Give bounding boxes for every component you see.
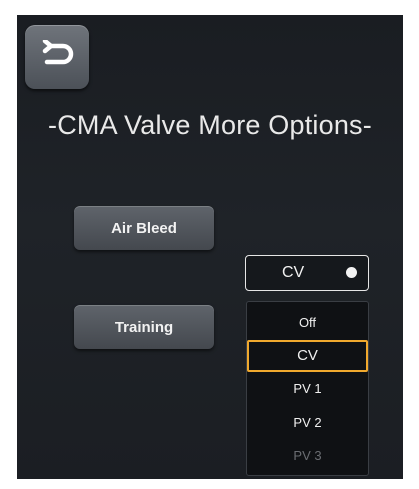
mode-select[interactable]: CV	[245, 255, 369, 291]
training-button[interactable]: Training	[74, 305, 214, 349]
option-pv2[interactable]: PV 2	[247, 407, 368, 439]
option-pv1[interactable]: PV 1	[247, 373, 368, 405]
mode-select-value: CV	[282, 264, 305, 281]
screen-frame: -CMA Valve More Options- Air Bleed Train…	[17, 15, 403, 479]
back-button[interactable]	[25, 25, 89, 89]
selected-dot-icon	[346, 267, 357, 278]
mode-dropdown-list: Off CV PV 1 PV 2 PV 3	[246, 301, 369, 476]
air-bleed-button[interactable]: Air Bleed	[74, 206, 214, 250]
undo-arrow-icon	[42, 40, 74, 65]
option-off[interactable]: Off	[247, 307, 368, 339]
page-title: -CMA Valve More Options-	[48, 110, 372, 140]
option-cv[interactable]: CV	[247, 340, 368, 372]
option-pv3[interactable]: PV 3	[247, 440, 368, 472]
